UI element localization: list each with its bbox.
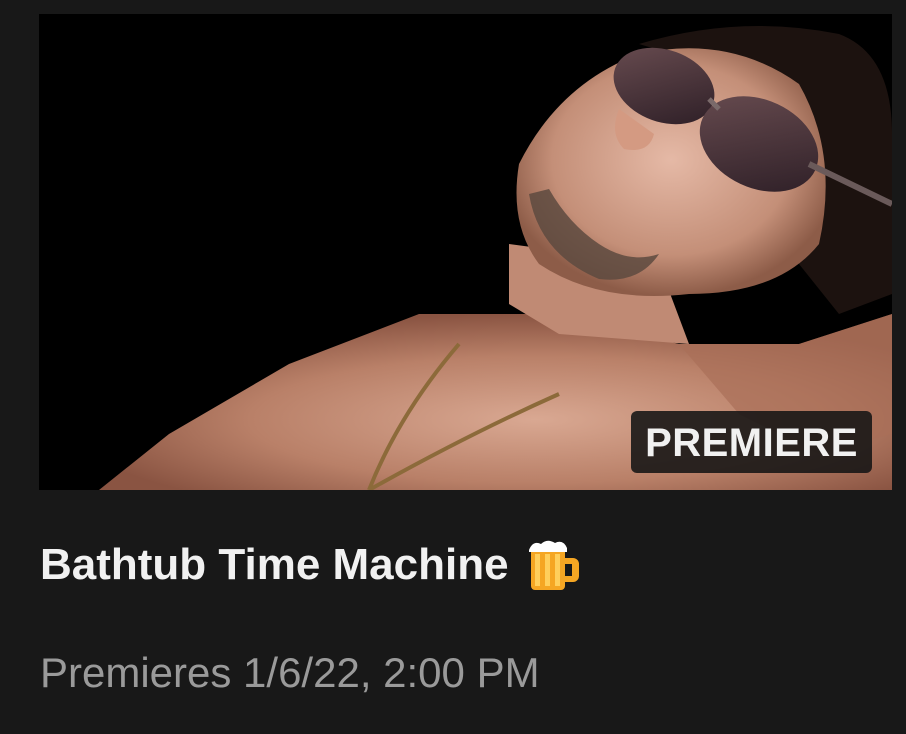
video-thumbnail[interactable]: PREMIERE: [39, 14, 892, 490]
video-card[interactable]: PREMIERE Bathtub Time Machine Premieres …: [0, 0, 906, 734]
premiere-badge: PREMIERE: [631, 411, 872, 473]
premiere-date: Premieres 1/6/22, 2:00 PM: [40, 649, 540, 696]
video-title[interactable]: Bathtub Time Machine: [40, 535, 509, 595]
title-row[interactable]: Bathtub Time Machine: [40, 530, 583, 600]
beer-mug-icon: [528, 540, 579, 590]
